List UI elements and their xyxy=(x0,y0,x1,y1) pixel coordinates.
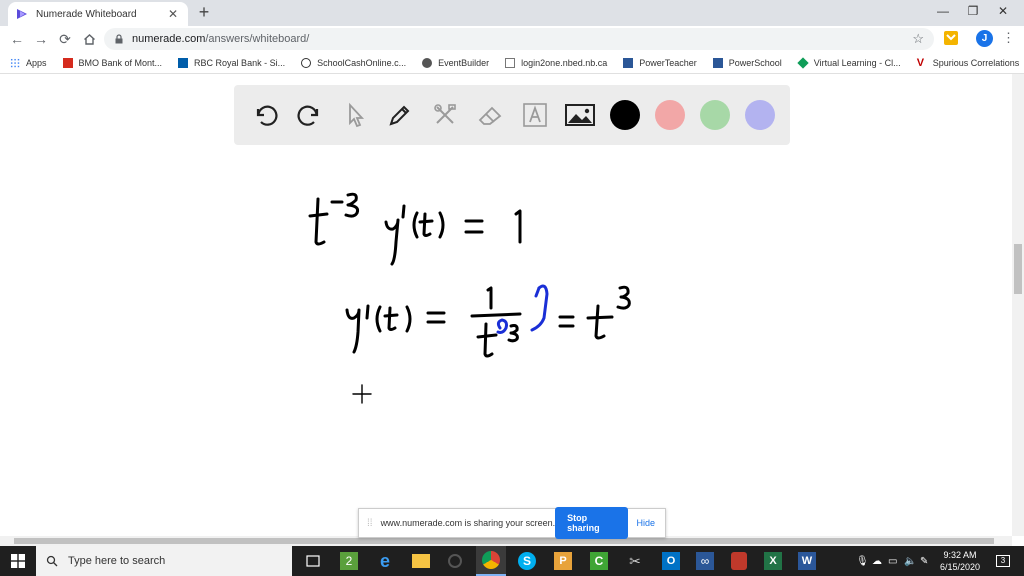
share-message: www.numerade.com is sharing your screen. xyxy=(380,518,556,528)
app-infinity-icon[interactable]: ∞ xyxy=(690,546,720,576)
bookmark-login2one[interactable]: login2one.nbed.nb.ca xyxy=(505,57,608,68)
screen: Numerade Whiteboard ✕ + — ❐ ✕ ← → ⟳ nume… xyxy=(0,0,1024,576)
bookmark-label: Spurious Correlations xyxy=(932,57,1020,68)
mic-icon[interactable]: 🎙 xyxy=(856,546,869,576)
bookmark-schoolcash[interactable]: SchoolCashOnline.c... xyxy=(301,57,407,68)
spurious-icon: V xyxy=(916,56,925,69)
bookmark-label: login2one.nbed.nb.ca xyxy=(521,57,608,68)
bookmark-label: EventBuilder xyxy=(438,57,490,68)
skype-icon[interactable]: S xyxy=(512,546,542,576)
bookmark-label: PowerSchool xyxy=(728,57,782,68)
handwriting-layer xyxy=(308,192,631,404)
bookmark-spurious[interactable]: V Spurious Correlations xyxy=(916,56,1020,69)
bookmark-apps[interactable]: Apps xyxy=(10,57,47,68)
window-close-icon[interactable]: ✕ xyxy=(980,0,1024,22)
bookmark-label: BMO Bank of Mont... xyxy=(78,57,163,68)
back-icon[interactable]: ← xyxy=(8,30,26,48)
bookmark-label: PowerTeacher xyxy=(639,57,697,68)
search-placeholder: Type here to search xyxy=(68,555,166,567)
clock-date: 6/15/2020 xyxy=(939,562,981,572)
outlook-icon[interactable]: O xyxy=(656,546,686,576)
bookmark-rbc[interactable]: RBC Royal Bank - Si... xyxy=(178,57,286,68)
notifications-icon[interactable]: 3 xyxy=(996,546,1010,576)
drag-handle-icon[interactable]: ⁞⁞ xyxy=(367,518,373,529)
address-bar[interactable]: numerade.com/answers/whiteboard/ ☆ xyxy=(104,28,934,50)
taskbar-search[interactable]: Type here to search xyxy=(36,546,292,576)
onedrive-icon[interactable]: ☁ xyxy=(872,546,882,576)
screen-share-banner: ⁞⁞ www.numerade.com is sharing your scre… xyxy=(358,507,666,539)
eventbuilder-icon xyxy=(422,57,433,68)
excel-icon[interactable]: X xyxy=(758,546,788,576)
bookmark-powerteacher[interactable]: PowerTeacher xyxy=(623,57,697,68)
browser-menu-icon[interactable]: ⋮ xyxy=(1002,30,1015,46)
word-icon[interactable]: W xyxy=(792,546,822,576)
powerteacher-icon xyxy=(623,57,634,68)
powerschool-icon xyxy=(712,57,723,68)
url-host: numerade.com xyxy=(132,33,206,45)
browser-tab[interactable]: Numerade Whiteboard ✕ xyxy=(8,2,188,26)
bookmark-eventbuilder[interactable]: EventBuilder xyxy=(422,57,490,68)
bookmarks-bar: Apps BMO Bank of Mont... RBC Royal Bank … xyxy=(0,52,1024,74)
tab-strip: Numerade Whiteboard ✕ + — ❐ ✕ xyxy=(0,0,1024,26)
extension-icon[interactable] xyxy=(943,30,959,46)
handwritten-line-2 xyxy=(345,285,631,358)
app-red-icon[interactable] xyxy=(724,546,754,576)
file-explorer-icon[interactable] xyxy=(406,546,436,576)
bookmark-star-icon[interactable]: ☆ xyxy=(912,31,924,47)
new-tab-icon[interactable]: + xyxy=(195,3,213,21)
whiteboard-canvas[interactable] xyxy=(0,74,1012,536)
apps-grid-icon xyxy=(10,57,20,68)
url-path: /answers/whiteboard/ xyxy=(205,33,310,45)
handwritten-annotation-blue xyxy=(496,284,549,334)
bookmark-label: Virtual Learning - Cl... xyxy=(813,57,901,68)
language-icon[interactable]: ✎ xyxy=(920,546,928,576)
browser-toolbar: ← → ⟳ numerade.com/answers/whiteboard/ ☆ xyxy=(0,26,1024,52)
task-view-icon[interactable] xyxy=(298,546,328,576)
url-text: numerade.com/answers/whiteboard/ xyxy=(132,33,309,45)
numerade-logo-icon xyxy=(17,9,27,19)
scroll-thumb[interactable] xyxy=(1014,244,1022,294)
scroll-thumb[interactable] xyxy=(14,538,994,544)
system-clock[interactable]: 9:32 AM 6/15/2020 xyxy=(932,549,988,573)
bmo-icon xyxy=(62,57,73,68)
rbc-icon xyxy=(178,57,189,68)
bookmark-label: Apps xyxy=(26,57,47,68)
notification-count: 3 xyxy=(996,555,1010,567)
bookmark-virtual-learning[interactable]: Virtual Learning - Cl... xyxy=(797,56,901,69)
lock-icon xyxy=(115,34,123,44)
network-icon[interactable]: ▭ xyxy=(888,546,897,576)
tab-title: Numerade Whiteboard xyxy=(36,8,137,20)
page-icon xyxy=(505,57,516,68)
crosshair-cursor xyxy=(352,384,372,404)
chrome-icon[interactable] xyxy=(476,546,506,576)
edge-icon[interactable]: e xyxy=(370,546,400,576)
hide-button[interactable]: Hide xyxy=(636,518,655,528)
snipping-tool-icon[interactable]: ✂ xyxy=(620,546,650,576)
profile-avatar[interactable]: J xyxy=(976,30,993,47)
schoolcash-icon xyxy=(301,57,312,68)
app-icon[interactable] xyxy=(440,546,470,576)
stop-sharing-button[interactable]: Stop sharing xyxy=(555,507,629,539)
handwritten-line-1 xyxy=(308,192,522,266)
windows-start-icon[interactable] xyxy=(0,546,36,576)
powerpoint-icon[interactable]: P xyxy=(548,546,578,576)
clock-time: 9:32 AM xyxy=(943,550,977,560)
vertical-scrollbar[interactable] xyxy=(1012,74,1024,536)
app-2-icon[interactable]: 2 xyxy=(334,546,364,576)
reload-icon[interactable]: ⟳ xyxy=(56,30,74,48)
bookmark-label: SchoolCashOnline.c... xyxy=(317,57,407,68)
home-icon[interactable] xyxy=(80,30,98,48)
bookmark-label: RBC Royal Bank - Si... xyxy=(194,57,286,68)
bookmark-bmo[interactable]: BMO Bank of Mont... xyxy=(62,57,163,68)
tab-close-icon[interactable]: ✕ xyxy=(166,7,180,21)
bookmark-powerschool[interactable]: PowerSchool xyxy=(712,57,782,68)
virtual-learning-icon xyxy=(797,56,809,69)
volume-icon[interactable]: 🔈 xyxy=(904,546,916,576)
forward-icon[interactable]: → xyxy=(32,30,50,48)
camtasia-icon[interactable]: C xyxy=(584,546,614,576)
search-icon xyxy=(46,555,58,567)
windows-taskbar: Type here to search 2 e S P C ✂ O ∞ X W … xyxy=(0,546,1024,576)
